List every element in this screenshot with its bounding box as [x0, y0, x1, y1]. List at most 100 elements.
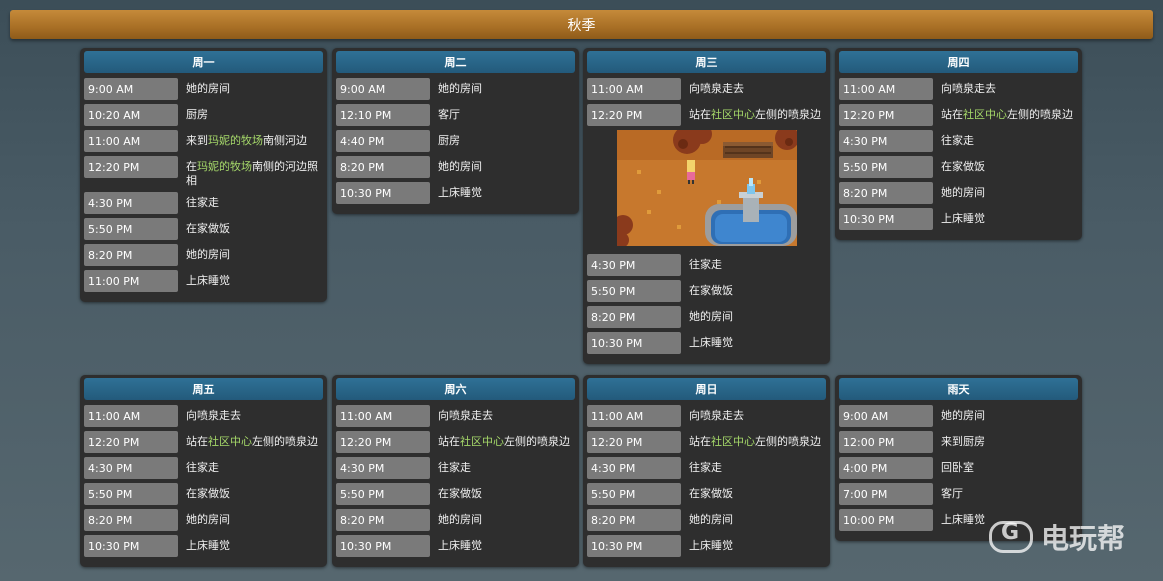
time-cell: 4:30 PM	[587, 254, 681, 276]
activity-text: 客厅	[438, 108, 460, 121]
schedule-row: 4:30 PM 往家走	[84, 192, 323, 214]
schedule-row: 5:50 PM 在家做饭	[587, 280, 826, 302]
time-cell: 12:20 PM	[336, 431, 430, 453]
activity-prefix: 来到	[186, 134, 208, 147]
schedule-row: 5:50 PM 在家做饭	[84, 483, 323, 505]
activity-text: 上床睡觉	[689, 539, 733, 552]
time-cell: 4:40 PM	[336, 130, 430, 152]
season-title-bar: 秋季	[10, 10, 1153, 39]
schedule-row: 9:00 AM 她的房间	[84, 78, 323, 100]
time-cell: 12:20 PM	[84, 156, 178, 178]
location-link[interactable]: 社区中心	[711, 435, 755, 448]
time-cell: 4:30 PM	[587, 457, 681, 479]
time-cell: 10:30 PM	[587, 332, 681, 354]
schedule-row: 4:00 PM 回卧室	[839, 457, 1078, 479]
schedule-row: 8:20 PM 她的房间	[336, 156, 575, 178]
activity-text: 站在社区中心左侧的喷泉边	[933, 104, 1073, 122]
time-cell: 8:20 PM	[84, 244, 178, 266]
schedule-row: 10:20 AM 厨房	[84, 104, 323, 126]
schedule-row: 12:20 PM 站在社区中心左侧的喷泉边	[336, 431, 575, 453]
day-header: 雨天	[839, 378, 1078, 400]
activity-text: 上床睡觉	[941, 212, 985, 225]
activity-suffix: 左侧的喷泉边	[755, 108, 821, 121]
activity-text: 向喷泉走去	[941, 82, 996, 95]
day-panel-mon: 周一 9:00 AM 她的房间 10:20 AM 厨房 11:00 AM 来到玛妮的牧场南…	[80, 48, 327, 302]
time-cell: 11:00 AM	[587, 78, 681, 100]
activity-prefix: 站在	[186, 435, 208, 448]
location-link[interactable]: 社区中心	[711, 108, 755, 121]
schedule-row: 10:30 PM 上床睡觉	[336, 535, 575, 557]
location-link[interactable]: 社区中心	[460, 435, 504, 448]
time-cell: 12:20 PM	[587, 104, 681, 126]
activity-text: 站在社区中心左侧的喷泉边	[430, 431, 570, 449]
time-cell: 8:20 PM	[84, 509, 178, 531]
time-cell: 12:10 PM	[336, 104, 430, 126]
activity-text: 来到玛妮的牧场南侧河边	[178, 130, 307, 148]
schedule-row: 5:50 PM 在家做饭	[587, 483, 826, 505]
time-cell: 8:20 PM	[587, 306, 681, 328]
day-panel-sun: 周日 11:00 AM 向喷泉走去 12:20 PM 站在社区中心左侧的喷泉边 4:30…	[583, 375, 830, 567]
activity-text: 在家做饭	[438, 487, 482, 500]
time-cell: 8:20 PM	[587, 509, 681, 531]
location-link[interactable]: 社区中心	[208, 435, 252, 448]
time-cell: 5:50 PM	[839, 156, 933, 178]
location-link[interactable]: 玛妮的牧场	[197, 160, 252, 173]
schedule-row: 8:20 PM 她的房间	[587, 509, 826, 531]
location-link[interactable]: 玛妮的牧场	[208, 134, 263, 147]
activity-prefix: 站在	[438, 435, 460, 448]
time-cell: 11:00 AM	[336, 405, 430, 427]
time-cell: 11:00 AM	[839, 78, 933, 100]
activity-prefix: 在	[186, 160, 197, 173]
schedule-row: 11:00 AM 向喷泉走去	[587, 405, 826, 427]
activity-text: 厨房	[438, 134, 460, 147]
schedule-row: 8:20 PM 她的房间	[839, 182, 1078, 204]
activity-text: 往家走	[186, 461, 219, 474]
schedule-row: 10:30 PM 上床睡觉	[336, 182, 575, 204]
schedule-row: 5:50 PM 在家做饭	[336, 483, 575, 505]
schedule-row: 12:20 PM 站在社区中心左侧的喷泉边	[587, 431, 826, 453]
activity-text: 向喷泉走去	[689, 409, 744, 422]
time-cell: 11:00 AM	[84, 130, 178, 152]
activity-text: 在玛妮的牧场南侧的河边照相	[178, 156, 323, 188]
schedule-row: 10:30 PM 上床睡觉	[587, 535, 826, 557]
activity-text: 她的房间	[941, 409, 985, 422]
schedule-row: 12:20 PM 在玛妮的牧场南侧的河边照相	[84, 156, 323, 188]
activity-text: 她的房间	[941, 186, 985, 199]
day-panel-sat: 周六 11:00 AM 向喷泉走去 12:20 PM 站在社区中心左侧的喷泉边 4:30…	[332, 375, 579, 567]
location-link[interactable]: 社区中心	[963, 108, 1007, 121]
day-header: 周日	[587, 378, 826, 400]
schedule-row: 12:00 PM 来到厨房	[839, 431, 1078, 453]
schedule-row: 12:10 PM 客厅	[336, 104, 575, 126]
activity-text: 向喷泉走去	[186, 409, 241, 422]
schedule-row: 12:20 PM 站在社区中心左侧的喷泉边	[84, 431, 323, 453]
activity-text: 上床睡觉	[438, 539, 482, 552]
activity-text: 上床睡觉	[186, 274, 230, 287]
time-cell: 4:00 PM	[839, 457, 933, 479]
schedule-row: 5:50 PM 在家做饭	[84, 218, 323, 240]
activity-prefix: 站在	[689, 435, 711, 448]
activity-text: 向喷泉走去	[438, 409, 493, 422]
schedule-row: 8:20 PM 她的房间	[84, 509, 323, 531]
time-cell: 10:30 PM	[84, 535, 178, 557]
schedule-row: 4:30 PM 往家走	[336, 457, 575, 479]
activity-text: 她的房间	[186, 82, 230, 95]
schedule-row: 9:00 AM 她的房间	[839, 405, 1078, 427]
schedule-row: 11:00 AM 向喷泉走去	[84, 405, 323, 427]
time-cell: 11:00 AM	[84, 405, 178, 427]
activity-text: 她的房间	[438, 513, 482, 526]
time-cell: 11:00 AM	[587, 405, 681, 427]
activity-text: 往家走	[941, 134, 974, 147]
activity-prefix: 站在	[941, 108, 963, 121]
schedule-row: 4:40 PM 厨房	[336, 130, 575, 152]
activity-text: 往家走	[689, 258, 722, 271]
schedule-row: 8:20 PM 她的房间	[587, 306, 826, 328]
activity-text: 她的房间	[689, 513, 733, 526]
activity-text: 往家走	[438, 461, 471, 474]
time-cell: 10:30 PM	[336, 535, 430, 557]
time-cell: 7:00 PM	[839, 483, 933, 505]
day-panel-tue: 周二 9:00 AM 她的房间 12:10 PM 客厅 4:40 PM 厨房 8:20 PM…	[332, 48, 579, 214]
activity-suffix: 左侧的喷泉边	[755, 435, 821, 448]
schedule-row: 11:00 AM 向喷泉走去	[336, 405, 575, 427]
day-header: 周二	[336, 51, 575, 73]
time-cell: 8:20 PM	[336, 156, 430, 178]
